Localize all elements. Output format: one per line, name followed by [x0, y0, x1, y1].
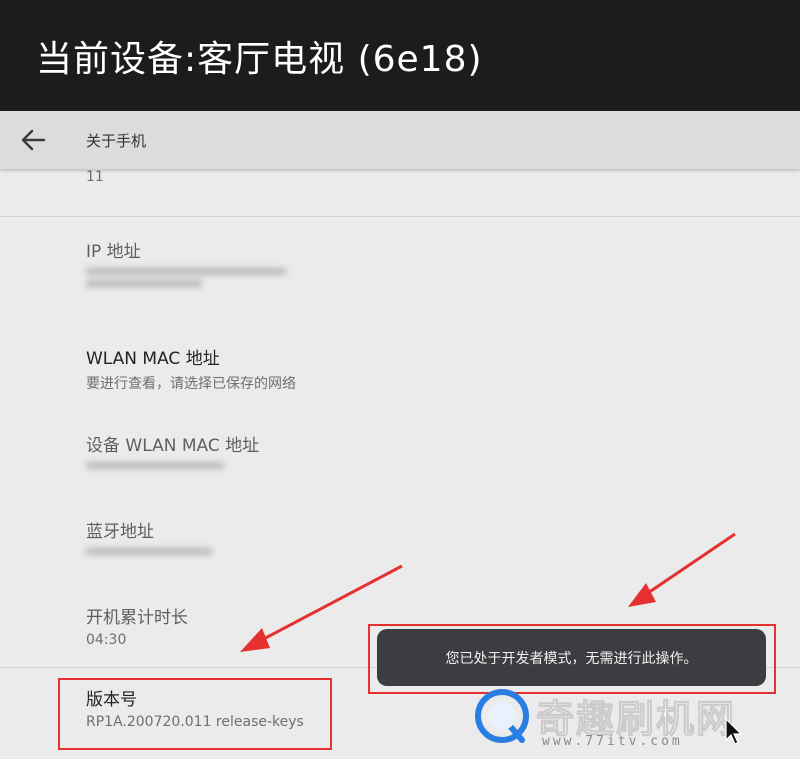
- divider: [0, 216, 800, 217]
- redacted-device-mac-value: [86, 462, 259, 469]
- redacted-ip-value: [86, 268, 286, 287]
- ip-address-label: IP 地址: [86, 242, 141, 262]
- list-item-ip-address[interactable]: IP 地址: [86, 237, 286, 292]
- toast-highlight-box: [368, 624, 776, 694]
- wlan-mac-label: WLAN MAC 地址: [86, 349, 220, 369]
- watermark-url: www.77itv.com: [542, 734, 683, 749]
- list-item-wlan-mac[interactable]: WLAN MAC 地址 要进行查看，请选择已保存的网络: [86, 344, 296, 393]
- device-title-bar: 当前设备:客厅电视 (6e18): [0, 0, 800, 111]
- device-title: 当前设备:客厅电视 (6e18): [36, 39, 483, 80]
- android-version-value: 11: [86, 169, 104, 185]
- build-number-highlight-box: [58, 678, 332, 750]
- device-wlan-mac-label: 设备 WLAN MAC 地址: [86, 436, 260, 456]
- page-title: 关于手机: [86, 132, 147, 150]
- watermark-logo-icon: [475, 689, 529, 743]
- redacted-bluetooth-value: [86, 548, 212, 555]
- mouse-cursor-icon: [725, 718, 743, 745]
- uptime-value: 04:30: [86, 632, 127, 648]
- arrow-left-icon[interactable]: [20, 128, 46, 152]
- list-item-device-wlan-mac[interactable]: 设备 WLAN MAC 地址: [86, 431, 259, 474]
- bluetooth-address-label: 蓝牙地址: [86, 522, 154, 542]
- app-bar: 关于手机: [0, 111, 800, 169]
- uptime-label: 开机累计时长: [86, 608, 188, 628]
- list-item-bluetooth-address[interactable]: 蓝牙地址: [86, 517, 212, 560]
- list-item-android-version[interactable]: 11: [86, 169, 196, 185]
- list-item-uptime[interactable]: 开机累计时长 04:30: [86, 603, 188, 648]
- wlan-mac-value: 要进行查看，请选择已保存的网络: [86, 376, 296, 392]
